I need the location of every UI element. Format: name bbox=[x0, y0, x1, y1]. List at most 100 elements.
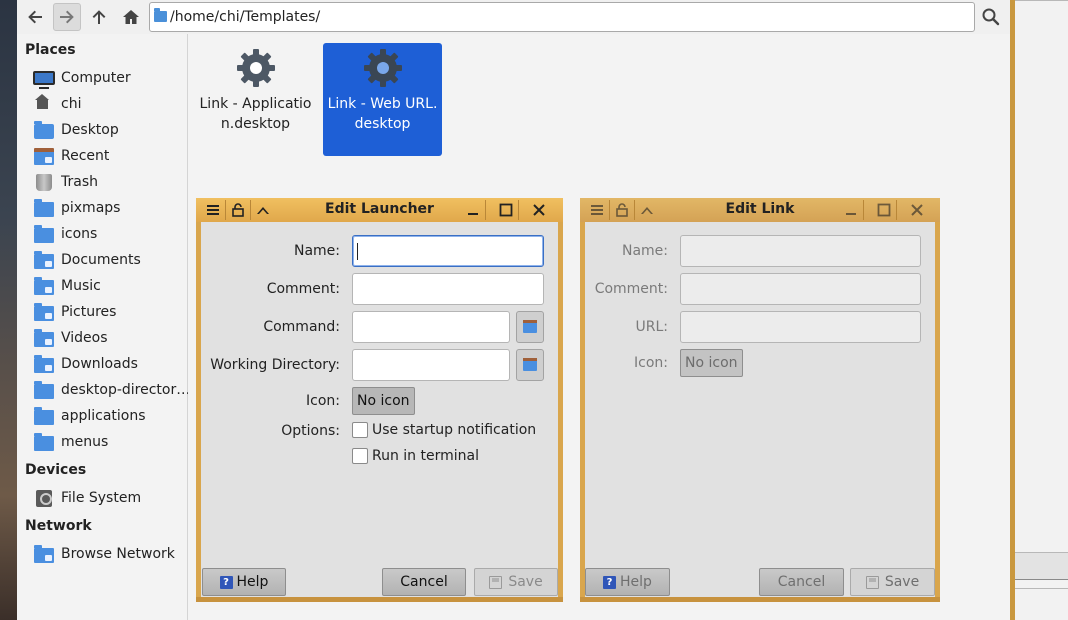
sidebar-item-home[interactable]: chi bbox=[33, 91, 188, 117]
comment-label: Comment: bbox=[594, 281, 668, 297]
icon-label: Icon: bbox=[306, 393, 340, 409]
sidebar-item-desktop[interactable]: Desktop bbox=[33, 117, 188, 143]
folder-icon bbox=[33, 381, 55, 399]
recent-folder-icon bbox=[33, 147, 55, 165]
minimize-icon bbox=[846, 213, 856, 215]
forward-button[interactable] bbox=[53, 3, 81, 31]
command-field[interactable] bbox=[352, 311, 510, 343]
sidebar-item-file-system[interactable]: File System bbox=[33, 485, 188, 511]
sidebar-item-menus[interactable]: menus bbox=[33, 429, 188, 455]
sidebar-item-label: Desktop bbox=[61, 122, 119, 138]
sidebar-item-music[interactable]: Music bbox=[33, 273, 188, 299]
up-button[interactable] bbox=[85, 3, 113, 31]
checkbox[interactable] bbox=[352, 422, 368, 438]
maximize-button[interactable] bbox=[495, 200, 517, 220]
url-label: URL: bbox=[635, 319, 669, 335]
url-field[interactable] bbox=[680, 311, 921, 343]
icon-picker-button[interactable]: No icon bbox=[680, 349, 743, 377]
music-folder-icon bbox=[33, 277, 55, 295]
close-button[interactable] bbox=[906, 200, 928, 220]
help-button[interactable]: ? Help bbox=[585, 568, 670, 596]
monitor-icon bbox=[33, 69, 55, 89]
sidebar-item-label: desktop-director… bbox=[61, 382, 188, 398]
sidebar-item-trash[interactable]: Trash bbox=[33, 169, 188, 195]
close-icon bbox=[533, 204, 545, 216]
network-folder-icon bbox=[33, 545, 55, 563]
sidebar-item-label: Documents bbox=[61, 252, 141, 268]
sidebar-item-downloads[interactable]: Downloads bbox=[33, 351, 188, 377]
help-button-label: Help bbox=[236, 574, 269, 590]
comment-label: Comment: bbox=[266, 281, 340, 297]
search-icon bbox=[982, 8, 1000, 26]
sidebar-item-recent[interactable]: Recent bbox=[33, 143, 188, 169]
home-button[interactable] bbox=[117, 3, 145, 31]
browse-directory-button[interactable] bbox=[516, 349, 544, 381]
cancel-button[interactable]: Cancel bbox=[382, 568, 466, 596]
maximize-icon bbox=[499, 203, 513, 217]
startup-notification-option[interactable]: Use startup notification bbox=[352, 422, 536, 438]
home-icon bbox=[123, 10, 139, 24]
checkbox[interactable] bbox=[352, 448, 368, 464]
run-in-terminal-option[interactable]: Run in terminal bbox=[352, 448, 479, 464]
sidebar-item-browse-network[interactable]: Browse Network bbox=[33, 541, 188, 567]
checkbox-label: Use startup notification bbox=[372, 422, 537, 438]
sidebar-item-pixmaps[interactable]: pixmaps bbox=[33, 195, 188, 221]
file-item[interactable]: Link - Application.desktop bbox=[196, 43, 315, 156]
maximize-button[interactable] bbox=[873, 200, 895, 220]
folder-icon bbox=[523, 357, 537, 371]
window-border bbox=[580, 597, 940, 602]
sidebar-item-label: Videos bbox=[61, 330, 108, 346]
edit-link-dialog: Edit Link Name: Comment: URL: Icon: No i… bbox=[580, 198, 940, 602]
help-icon: ? bbox=[603, 575, 617, 589]
search-button[interactable] bbox=[977, 3, 1005, 31]
sidebar-item-documents[interactable]: Documents bbox=[33, 247, 188, 273]
back-button[interactable] bbox=[21, 3, 49, 31]
folder-icon bbox=[33, 199, 55, 217]
divider bbox=[863, 200, 864, 220]
save-button-label: Save bbox=[508, 574, 543, 590]
pictures-folder-icon bbox=[33, 303, 55, 321]
minimize-button[interactable] bbox=[840, 200, 862, 220]
comment-field[interactable] bbox=[352, 273, 544, 305]
arrow-up-icon bbox=[92, 10, 106, 24]
close-button[interactable] bbox=[528, 200, 550, 220]
cancel-button[interactable]: Cancel bbox=[759, 568, 844, 596]
sidebar-item-videos[interactable]: Videos bbox=[33, 325, 188, 351]
sidebar-item-desktop-directories[interactable]: desktop-director… bbox=[33, 377, 188, 403]
save-button[interactable]: Save bbox=[850, 568, 935, 596]
sidebar-item-label: File System bbox=[61, 490, 142, 506]
desktop-icon bbox=[33, 121, 55, 139]
titlebar[interactable]: Edit Launcher bbox=[196, 198, 563, 222]
background-window bbox=[1015, 0, 1068, 620]
working-directory-label: Working Directory: bbox=[210, 357, 340, 373]
comment-field[interactable] bbox=[680, 273, 921, 305]
file-name: Link - Web URL.desktop bbox=[327, 96, 438, 132]
sidebar-item-label: Music bbox=[61, 278, 101, 294]
minimize-button[interactable] bbox=[462, 200, 484, 220]
location-bar[interactable]: /home/chi/Templates/ bbox=[149, 2, 975, 32]
sidebar-item-icons[interactable]: icons bbox=[33, 221, 188, 247]
name-field[interactable] bbox=[352, 235, 544, 267]
sidebar-item-applications[interactable]: applications bbox=[33, 403, 188, 429]
titlebar[interactable]: Edit Link bbox=[580, 198, 940, 222]
sidebar-item-label: Recent bbox=[61, 148, 110, 164]
cancel-button-label: Cancel bbox=[400, 574, 448, 590]
sidebar-item-pictures[interactable]: Pictures bbox=[33, 299, 188, 325]
desktop-background-strip bbox=[0, 0, 17, 620]
sidebar-item-label: icons bbox=[61, 226, 98, 242]
sidebar-item-label: pixmaps bbox=[61, 200, 121, 216]
file-item-selected[interactable]: Link - Web URL.desktop bbox=[323, 43, 442, 156]
working-directory-field[interactable] bbox=[352, 349, 510, 381]
trash-icon bbox=[33, 173, 55, 191]
name-field[interactable] bbox=[680, 235, 921, 267]
icon-picker-button[interactable]: No icon bbox=[352, 387, 415, 415]
minimize-icon bbox=[468, 213, 478, 215]
window-border bbox=[196, 597, 563, 602]
help-button[interactable]: ? Help bbox=[202, 568, 286, 596]
sidebar-item-label: Computer bbox=[61, 70, 131, 86]
name-label: Name: bbox=[621, 243, 668, 259]
browse-command-button[interactable] bbox=[516, 311, 544, 343]
save-button[interactable]: Save bbox=[474, 568, 558, 596]
arrow-left-icon bbox=[28, 10, 42, 24]
sidebar-item-computer[interactable]: Computer bbox=[33, 65, 188, 91]
